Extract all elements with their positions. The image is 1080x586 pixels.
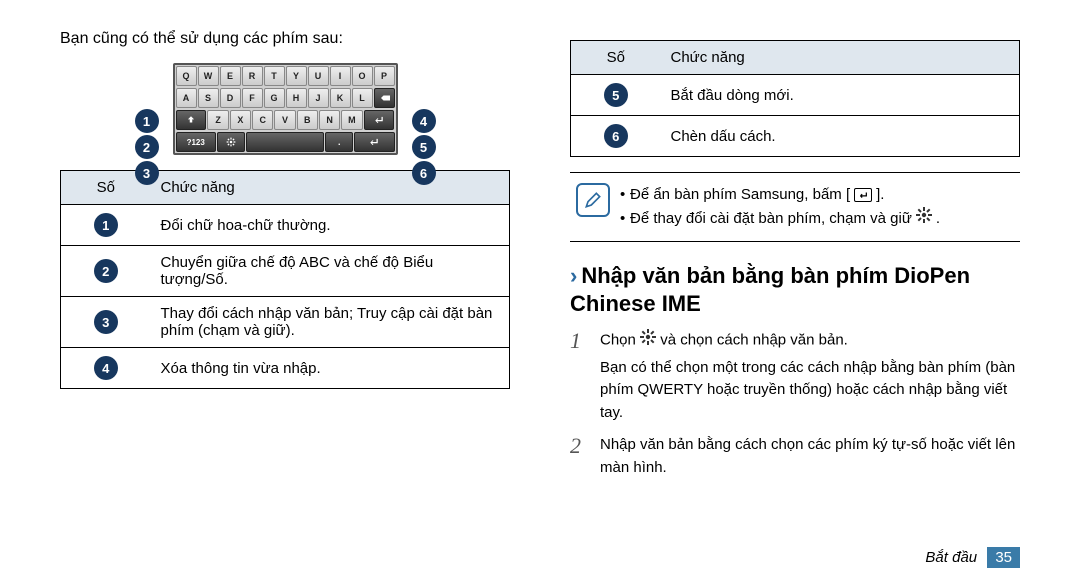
- key: Z: [207, 110, 228, 130]
- note-line-2: • Để thay đổi cài đặt bàn phím, chạm và …: [620, 207, 1014, 231]
- key: U: [308, 66, 329, 86]
- row-func: Thay đổi cách nhập văn bản; Truy cập cài…: [151, 297, 510, 348]
- key: D: [220, 88, 241, 108]
- page-footer: Bắt đầu 35: [925, 549, 1020, 566]
- table-row: 6 Chèn dấu cách.: [571, 116, 1020, 157]
- key: S: [198, 88, 219, 108]
- key: H: [286, 88, 307, 108]
- callout-6: 6: [412, 161, 436, 185]
- enter-key: [364, 110, 395, 130]
- gear-icon: [916, 207, 932, 231]
- row-num-icon: 6: [604, 124, 628, 148]
- step-text: Chọn và chọn cách nhập văn bản.: [600, 329, 1020, 353]
- keyboard-callout: Q W E R T Y U I O P A S D: [60, 63, 510, 155]
- chevron-icon: ›: [570, 263, 577, 288]
- mode-key: ?123: [176, 132, 216, 152]
- table-row: 4 Xóa thông tin vừa nhập.: [61, 348, 510, 389]
- key: Y: [286, 66, 307, 86]
- back-key-icon: [854, 188, 872, 202]
- step-number: 2: [570, 434, 590, 479]
- table-row: 2 Chuyển giữa chế độ ABC và chế độ Biểu …: [61, 246, 510, 297]
- keyboard-image: Q W E R T Y U I O P A S D: [173, 63, 398, 155]
- step-number: 1: [570, 329, 590, 424]
- th-func: Chức năng: [151, 171, 510, 205]
- key: A: [176, 88, 197, 108]
- function-table-left: Số Chức năng 1 Đổi chữ hoa-chữ thường. 2…: [60, 170, 510, 389]
- row-func: Chèn dấu cách.: [661, 116, 1020, 157]
- row-num-icon: 1: [94, 213, 118, 237]
- period-key: .: [325, 132, 353, 152]
- step-extra: Bạn có thể chọn một trong các cách nhập …: [600, 357, 1020, 425]
- callout-1: 1: [135, 109, 159, 133]
- row-func: Đổi chữ hoa-chữ thường.: [151, 205, 510, 246]
- note-text: Để thay đổi cài đặt bàn phím, chạm và gi…: [630, 207, 912, 231]
- key: J: [308, 88, 329, 108]
- note-text: Để ẩn bàn phím Samsung, bấm [: [630, 183, 850, 207]
- key: P: [374, 66, 395, 86]
- note-line-1: • Để ẩn bàn phím Samsung, bấm [ ].: [620, 183, 1014, 207]
- shift-key: [176, 110, 207, 130]
- right-column: Số Chức năng 5 Bắt đầu dòng mới. 6 Chèn …: [570, 30, 1020, 489]
- key: K: [330, 88, 351, 108]
- intro-text: Bạn cũng có thể sử dụng các phím sau:: [60, 30, 510, 48]
- callout-4: 4: [412, 109, 436, 133]
- callout-5: 5: [412, 135, 436, 159]
- key: L: [352, 88, 373, 108]
- note-text: ].: [876, 183, 884, 207]
- step-1: 1 Chọn và chọn cách nhập văn bản. Bạn có…: [570, 329, 1020, 424]
- th-func: Chức năng: [661, 41, 1020, 75]
- note-icon: [576, 183, 610, 217]
- steps-list: 1 Chọn và chọn cách nhập văn bản. Bạn có…: [570, 329, 1020, 479]
- key: T: [264, 66, 285, 86]
- key: F: [242, 88, 263, 108]
- th-num: Số: [571, 41, 661, 75]
- step-text: Nhập văn bản bằng cách chọn các phím ký …: [600, 434, 1020, 479]
- key: G: [264, 88, 285, 108]
- key: O: [352, 66, 373, 86]
- step-2: 2 Nhập văn bản bằng cách chọn các phím k…: [570, 434, 1020, 479]
- backspace-key: [374, 88, 395, 108]
- row-num-icon: 2: [94, 259, 118, 283]
- key: B: [297, 110, 318, 130]
- key: W: [198, 66, 219, 86]
- page-number: 35: [987, 547, 1020, 568]
- key: R: [242, 66, 263, 86]
- section-title: ›Nhập văn bản bằng bàn phím DioPen Chine…: [570, 262, 1020, 317]
- key: M: [341, 110, 362, 130]
- space-key: [246, 132, 325, 152]
- key: I: [330, 66, 351, 86]
- row-func: Xóa thông tin vừa nhập.: [151, 348, 510, 389]
- row-num-icon: 4: [94, 356, 118, 380]
- table-row: 1 Đổi chữ hoa-chữ thường.: [61, 205, 510, 246]
- key: N: [319, 110, 340, 130]
- callout-3: 3: [135, 161, 159, 185]
- key: C: [252, 110, 273, 130]
- enter-key-2: [354, 132, 394, 152]
- row-num-icon: 5: [604, 83, 628, 107]
- key: E: [220, 66, 241, 86]
- gear-icon: [640, 329, 656, 353]
- function-table-right: Số Chức năng 5 Bắt đầu dòng mới. 6 Chèn …: [570, 40, 1020, 157]
- key: V: [274, 110, 295, 130]
- callout-2: 2: [135, 135, 159, 159]
- row-func: Bắt đầu dòng mới.: [661, 75, 1020, 116]
- settings-key: [217, 132, 245, 152]
- key: Q: [176, 66, 197, 86]
- key: X: [230, 110, 251, 130]
- row-func: Chuyển giữa chế độ ABC và chế độ Biểu tư…: [151, 246, 510, 297]
- table-row: 3 Thay đổi cách nhập văn bản; Truy cập c…: [61, 297, 510, 348]
- footer-label: Bắt đầu: [925, 549, 977, 566]
- row-num-icon: 3: [94, 310, 118, 334]
- section-title-text: Nhập văn bản bằng bàn phím DioPen Chines…: [570, 263, 970, 316]
- left-column: Bạn cũng có thể sử dụng các phím sau: Q …: [60, 30, 510, 489]
- note-text: .: [936, 207, 940, 231]
- note-box: • Để ẩn bàn phím Samsung, bấm [ ]. • Để …: [570, 172, 1020, 242]
- table-row: 5 Bắt đầu dòng mới.: [571, 75, 1020, 116]
